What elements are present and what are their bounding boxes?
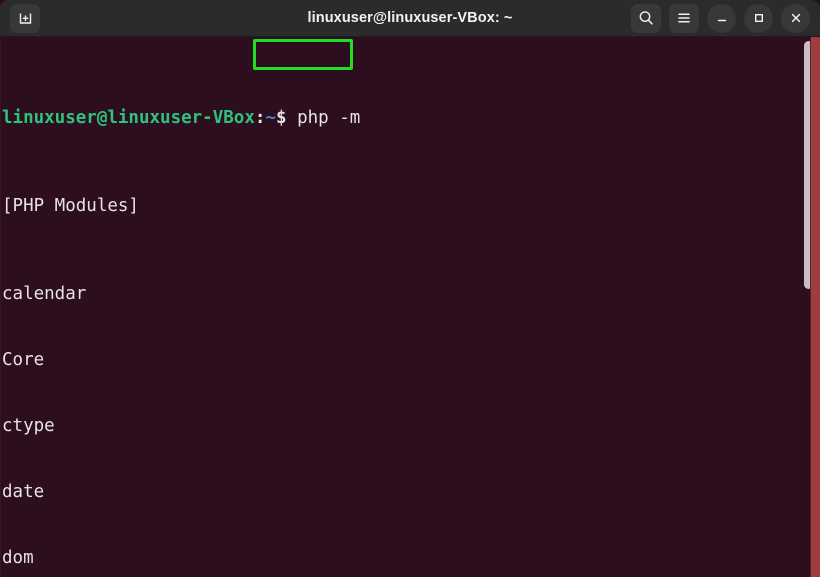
window-edge-left — [0, 37, 1, 577]
minimize-button[interactable] — [707, 3, 736, 33]
list-item: calendar — [2, 284, 87, 304]
close-icon — [788, 10, 804, 26]
prompt-colon: : — [254, 108, 266, 128]
list-item: ctype — [2, 416, 55, 436]
prompt-line: linuxuser@linuxuser-VBox:~$ php -m — [2, 107, 820, 129]
terminal-content[interactable]: linuxuser@linuxuser-VBox:~$ php -m [PHP … — [0, 37, 820, 577]
maximize-icon — [751, 10, 767, 26]
window-edge-right — [811, 37, 820, 577]
command-text: php -m — [297, 108, 361, 128]
new-tab-button[interactable] — [10, 3, 40, 33]
hamburger-menu-icon — [675, 9, 693, 27]
titlebar-left-controls — [10, 3, 40, 33]
close-button[interactable] — [781, 3, 810, 33]
prompt-path: ~ — [265, 108, 276, 128]
titlebar-right-controls — [631, 3, 810, 33]
list-item: Core — [2, 350, 45, 370]
maximize-button[interactable] — [744, 3, 773, 33]
terminal-text: linuxuser@linuxuser-VBox:~$ php -m [PHP … — [2, 41, 820, 577]
output-header: [PHP Modules] — [2, 196, 139, 216]
minimize-icon — [714, 10, 730, 26]
list-item: dom — [2, 548, 34, 568]
prompt-symbol: $ — [275, 108, 287, 128]
prompt-user-host: linuxuser@linuxuser-VBox — [2, 108, 255, 128]
titlebar: linuxuser@linuxuser-VBox: ~ — [0, 0, 820, 37]
search-button[interactable] — [631, 3, 661, 33]
new-tab-icon — [17, 10, 34, 27]
terminal-window: linuxuser@linuxuser-VBox: ~ linuxuser@li… — [0, 0, 820, 577]
search-icon — [637, 9, 655, 27]
list-item: date — [2, 482, 45, 502]
menu-button[interactable] — [669, 3, 699, 33]
